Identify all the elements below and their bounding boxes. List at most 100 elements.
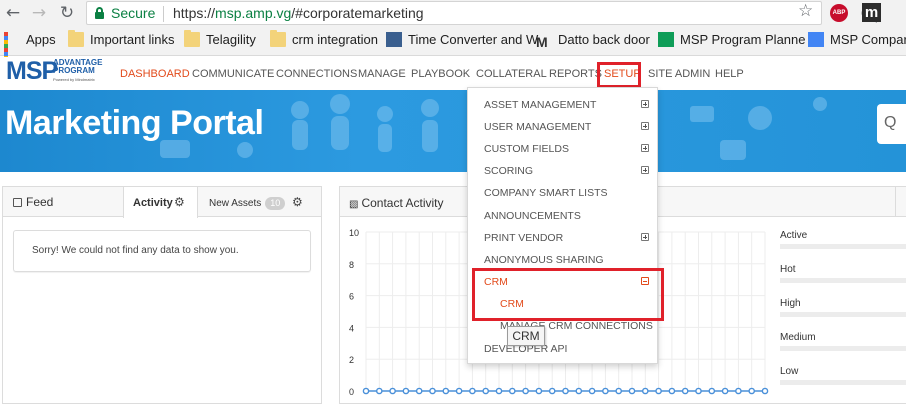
data-point[interactable] <box>588 387 596 395</box>
data-point[interactable] <box>455 387 463 395</box>
data-point[interactable] <box>562 387 569 395</box>
data-point[interactable] <box>376 387 383 395</box>
data-point[interactable] <box>402 387 410 395</box>
nav-manage[interactable]: MANAGE <box>358 68 406 80</box>
bookmarks-bar: Apps Important links Telagility crm inte… <box>0 26 906 68</box>
legend-active: Active <box>780 230 808 241</box>
data-point[interactable] <box>628 387 636 395</box>
nav-communicate[interactable]: COMMUNICATE <box>192 68 274 80</box>
menu-scoring[interactable]: SCORING <box>484 165 533 177</box>
data-point[interactable] <box>575 387 583 395</box>
data-point[interactable] <box>721 387 729 395</box>
rss-icon <box>13 198 22 207</box>
legend-hot: Hot <box>780 264 796 275</box>
data-point[interactable] <box>495 387 503 395</box>
data-point[interactable] <box>415 387 423 395</box>
legend-high-bar <box>780 312 906 317</box>
nav-connections[interactable]: CONNECTIONS <box>276 68 357 80</box>
y-tick-label: 2 <box>349 355 354 365</box>
legend-active-bar <box>780 244 906 249</box>
bookmark-telagility[interactable]: Telagility <box>184 30 256 47</box>
bookmark-important-links[interactable]: Important links <box>68 30 175 47</box>
data-point[interactable] <box>508 387 516 395</box>
legend-medium: Medium <box>780 332 816 343</box>
legend-medium-bar <box>780 346 906 351</box>
data-point[interactable] <box>681 387 689 395</box>
data-point[interactable] <box>748 387 756 395</box>
menu-company-smart-lists[interactable]: COMPANY SMART LISTS <box>484 187 608 199</box>
expand-plus-icon[interactable] <box>641 233 649 241</box>
data-point[interactable] <box>389 387 396 395</box>
data-point[interactable] <box>429 387 436 395</box>
adblock-extension-icon[interactable]: ABP <box>830 4 848 22</box>
data-point[interactable] <box>522 387 529 395</box>
nav-dashboard[interactable]: DASHBOARD <box>120 68 190 80</box>
y-tick-label: 10 <box>349 228 359 238</box>
menu-announcements[interactable]: ANNOUNCEMENTS <box>484 210 581 222</box>
tab-new-assets[interactable]: New Assets 10 <box>209 197 286 210</box>
data-point[interactable] <box>362 387 370 395</box>
data-point[interactable] <box>482 387 489 395</box>
data-point[interactable] <box>615 387 623 395</box>
nav-collateral[interactable]: COLLATERAL <box>476 68 547 80</box>
expand-plus-icon[interactable] <box>641 100 649 108</box>
menu-user-management[interactable]: USER MANAGEMENT <box>484 121 591 133</box>
search-icon: Q <box>884 114 897 131</box>
menu-asset-management[interactable]: ASSET MANAGEMENT <box>484 99 596 111</box>
tab-activity[interactable]: Activity ⚙ <box>123 187 198 218</box>
msp-logo[interactable]: MSP ADVANTAGE PROGRAM Powered by Mindmatr… <box>6 57 116 87</box>
expand-plus-icon[interactable] <box>641 166 649 174</box>
banner-search-box[interactable]: Q <box>877 104 906 144</box>
address-bar[interactable]: Secure https://msp.amp.vg/#corporatemark… <box>86 1 878 25</box>
feed-title: Feed <box>13 195 53 209</box>
data-point[interactable] <box>469 387 476 395</box>
docs-icon <box>808 32 824 47</box>
folder-icon <box>184 30 200 47</box>
setup-highlight-box <box>597 62 641 88</box>
menu-anonymous-sharing[interactable]: ANONYMOUS SHARING <box>484 254 604 266</box>
bookmark-time-converter[interactable]: Time Converter and W <box>386 32 538 47</box>
nav-reports[interactable]: REPORTS <box>549 68 602 80</box>
sheets-icon <box>658 32 674 47</box>
folder-icon <box>68 30 84 47</box>
y-tick-label: 0 <box>349 387 354 397</box>
nav-playbook[interactable]: PLAYBOOK <box>411 68 470 80</box>
data-point[interactable] <box>655 387 662 395</box>
menu-print-vendor[interactable]: PRINT VENDOR <box>484 232 563 244</box>
back-arrow-icon[interactable]: ← <box>2 2 24 24</box>
datto-icon: M <box>536 34 548 50</box>
data-point[interactable] <box>535 387 543 395</box>
omnibox-divider <box>163 6 164 22</box>
apps-grid-icon <box>4 32 20 68</box>
bookmark-crm-integration[interactable]: crm integration <box>270 30 378 47</box>
data-point[interactable] <box>548 387 556 395</box>
nav-help[interactable]: HELP <box>715 68 744 80</box>
nav-site-admin[interactable]: SITE ADMIN <box>648 68 710 80</box>
data-point[interactable] <box>442 387 450 395</box>
data-point[interactable] <box>735 387 742 395</box>
data-point[interactable] <box>641 387 649 395</box>
data-point[interactable] <box>602 387 609 395</box>
expand-plus-icon[interactable] <box>641 144 649 152</box>
data-point[interactable] <box>761 387 769 395</box>
bookmark-datto-back-door[interactable]: M Datto back door <box>536 32 650 50</box>
menu-custom-fields[interactable]: CUSTOM FIELDS <box>484 143 569 155</box>
settings-gears-icon[interactable]: ⚙ <box>292 195 303 209</box>
data-point[interactable] <box>708 387 716 395</box>
m-extension-icon[interactable]: m <box>862 3 881 22</box>
data-point[interactable] <box>668 387 676 395</box>
data-point[interactable] <box>695 387 702 395</box>
bookmark-msp-program-planner[interactable]: MSP Program Planne <box>658 32 806 47</box>
bookmark-msp-compare[interactable]: MSP Compar <box>808 32 906 47</box>
contact-activity-title: ▧ Contact Activity <box>349 196 444 210</box>
reload-icon[interactable]: ↻ <box>56 2 78 24</box>
y-tick-label: 6 <box>349 292 354 302</box>
new-assets-count-badge: 10 <box>265 197 286 210</box>
forward-arrow-icon[interactable]: → <box>28 2 50 24</box>
url-text: https://msp.amp.vg/#corporatemarketing <box>173 5 424 21</box>
settings-gears-icon[interactable]: ⚙ <box>174 195 185 209</box>
crm-tooltip: CRM <box>507 326 545 346</box>
bookmark-star-icon[interactable]: ☆ <box>798 1 813 21</box>
bookmark-apps[interactable]: Apps <box>4 32 56 68</box>
expand-plus-icon[interactable] <box>641 122 649 130</box>
